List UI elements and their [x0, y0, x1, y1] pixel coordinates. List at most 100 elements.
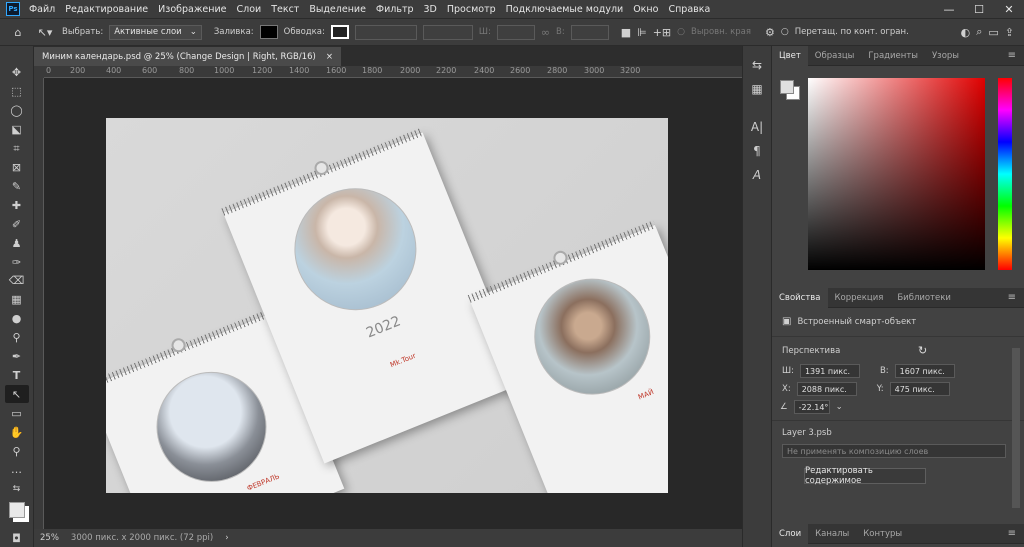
object-select-tool-icon[interactable]: ⬕ — [5, 121, 29, 139]
height-field[interactable]: 1607 пикс. — [894, 364, 955, 378]
path-select-tool-icon[interactable]: ↖▾ — [34, 26, 56, 39]
menu-file[interactable]: Файл — [24, 4, 60, 15]
move-tool-icon[interactable]: ✥ — [5, 64, 29, 82]
tab-libraries[interactable]: Библиотеки — [890, 293, 958, 303]
panel-menu-icon[interactable]: ≡ — [1008, 292, 1016, 303]
properties-scrollbar[interactable] — [1012, 348, 1020, 508]
fill-swatch[interactable] — [259, 25, 278, 39]
swap-colors-icon[interactable]: ⇆ — [5, 480, 29, 498]
pen-tool-icon[interactable]: ✒ — [5, 348, 29, 366]
x-field[interactable]: 2088 пикс. — [796, 382, 857, 396]
zoom-level[interactable]: 25% — [40, 533, 59, 543]
width-field[interactable]: 1391 пикс. — [799, 364, 860, 378]
rectangle-tool-icon[interactable]: ▭ — [5, 404, 29, 422]
status-arrow[interactable]: › — [225, 533, 228, 543]
quick-mask-icon[interactable]: ◘ — [5, 529, 29, 547]
close-window-button[interactable]: ✕ — [994, 3, 1024, 16]
panel-menu-icon[interactable]: ≡ — [1008, 50, 1016, 61]
blur-tool-icon[interactable]: ● — [5, 310, 29, 328]
eraser-tool-icon[interactable]: ⌫ — [5, 272, 29, 290]
tab-properties[interactable]: Свойства — [772, 287, 828, 308]
stroke-width-field[interactable] — [354, 24, 417, 40]
reset-icon[interactable]: ↻ — [918, 344, 927, 357]
gradient-tool-icon[interactable]: ▦ — [5, 291, 29, 309]
tab-layers[interactable]: Слои — [772, 523, 809, 544]
chevron-down-icon[interactable]: ⌄ — [836, 402, 843, 412]
maximize-button[interactable]: ☐ — [964, 3, 994, 16]
frame-tool-icon[interactable]: ⊠ — [5, 159, 29, 177]
learn-icon[interactable]: ◐ — [961, 26, 971, 39]
more-tools-icon[interactable]: … — [5, 461, 29, 479]
fg-bg-swatches[interactable] — [780, 80, 800, 100]
home-icon[interactable]: ⌂ — [8, 26, 28, 39]
path-alignment-icon[interactable]: ⊫ — [637, 26, 647, 39]
menu-view[interactable]: Просмотр — [442, 4, 501, 15]
brush-tool-icon[interactable]: ✐ — [5, 215, 29, 233]
tab-color[interactable]: Цвет — [772, 45, 808, 66]
character-panel-icon[interactable]: A| — [751, 120, 763, 134]
hue-slider[interactable] — [998, 78, 1012, 270]
tools-panel: ✥ ⬚ ◯ ⬕ ⌗ ⊠ ✎ ✚ ✐ ♟ ✑ ⌫ ▦ ● ⚲ ✒ T ↖ ▭ ✋ … — [0, 46, 34, 547]
share-icon[interactable]: ⇪ — [1005, 26, 1014, 39]
path-selection-tool-icon[interactable]: ↖ — [4, 385, 29, 404]
stroke-type-dropdown[interactable] — [422, 24, 473, 40]
panel-menu-icon[interactable]: ≡ — [1008, 528, 1016, 539]
close-tab-icon[interactable]: × — [326, 52, 333, 62]
menu-edit[interactable]: Редактирование — [60, 4, 153, 15]
canvas-workspace[interactable]: ФЕВРАЛЬ 2022 Mk.Tour МАЙ — [44, 78, 742, 529]
menu-select[interactable]: Выделение — [304, 4, 371, 15]
edit-contents-button[interactable]: Редактировать содержимое — [804, 466, 926, 486]
document-canvas[interactable]: ФЕВРАЛЬ 2022 Mk.Tour МАЙ — [106, 118, 668, 493]
tab-adjustments[interactable]: Коррекция — [828, 293, 891, 303]
menu-layers[interactable]: Слои — [231, 4, 266, 15]
stroke-swatch[interactable] — [330, 25, 349, 39]
foreground-color-swatch[interactable] — [780, 80, 794, 94]
history-brush-tool-icon[interactable]: ✑ — [5, 253, 29, 271]
foreground-color-swatch[interactable] — [5, 499, 29, 522]
menu-3d[interactable]: 3D — [419, 4, 442, 15]
dodge-tool-icon[interactable]: ⚲ — [5, 329, 29, 347]
zoom-tool-icon[interactable]: ⚲ — [5, 442, 29, 460]
menu-window[interactable]: Окно — [628, 4, 663, 15]
history-panel-icon[interactable]: ⇆ — [752, 58, 762, 72]
healing-brush-tool-icon[interactable]: ✚ — [5, 196, 29, 214]
tab-swatches[interactable]: Образцы — [808, 51, 862, 61]
clone-stamp-tool-icon[interactable]: ♟ — [5, 234, 29, 252]
size-row: Ш: 1391 пикс. В: 1607 пикс. — [782, 364, 955, 378]
tab-paths[interactable]: Контуры — [856, 529, 909, 539]
document-tab[interactable]: Миним календарь.psd @ 25% (Change Design… — [34, 47, 341, 66]
crop-tool-icon[interactable]: ⌗ — [5, 140, 29, 158]
paragraph-panel-icon[interactable]: ¶ — [753, 144, 761, 158]
minimize-button[interactable]: — — [934, 3, 964, 16]
hand-tool-icon[interactable]: ✋ — [5, 423, 29, 441]
color-picker-field[interactable] — [808, 78, 985, 270]
search-icon[interactable]: ⌕ — [976, 25, 982, 39]
menu-image[interactable]: Изображение — [153, 4, 231, 15]
lasso-tool-icon[interactable]: ◯ — [5, 102, 29, 120]
layer-comp-dropdown[interactable]: Не применять композицию слоев — [782, 444, 1006, 458]
y-field[interactable]: 475 пикс. — [889, 382, 950, 396]
glyphs-panel-icon[interactable]: A — [753, 168, 761, 182]
gear-icon[interactable]: ⚙ — [765, 26, 775, 39]
align-edges-checkbox[interactable]: ○ — [677, 27, 685, 37]
menu-filter[interactable]: Фильтр — [371, 4, 419, 15]
select-dropdown[interactable]: Активные слои ⌄ — [109, 24, 202, 40]
tab-patterns[interactable]: Узоры — [925, 51, 966, 61]
type-tool-icon[interactable]: T — [5, 367, 29, 385]
width-field[interactable] — [496, 24, 535, 40]
path-arrangement-icon[interactable]: +⊞ — [653, 26, 671, 39]
workspace-icon[interactable]: ▭ — [988, 26, 998, 39]
constrain-checkbox[interactable]: ○ — [781, 27, 789, 37]
menu-type[interactable]: Текст — [266, 4, 304, 15]
tab-channels[interactable]: Каналы — [808, 529, 856, 539]
path-operations-icon[interactable]: ■ — [621, 26, 631, 39]
adjustments-panel-icon[interactable]: ▦ — [751, 82, 762, 96]
menu-plugins[interactable]: Подключаемые модули — [501, 4, 629, 15]
tab-gradients[interactable]: Градиенты — [861, 51, 925, 61]
eyedropper-tool-icon[interactable]: ✎ — [5, 177, 29, 195]
marquee-tool-icon[interactable]: ⬚ — [5, 83, 29, 101]
link-icon[interactable]: ∞ — [541, 26, 550, 39]
menu-help[interactable]: Справка — [663, 4, 715, 15]
height-field[interactable] — [570, 24, 609, 40]
angle-field[interactable]: -22.14° — [793, 400, 830, 414]
